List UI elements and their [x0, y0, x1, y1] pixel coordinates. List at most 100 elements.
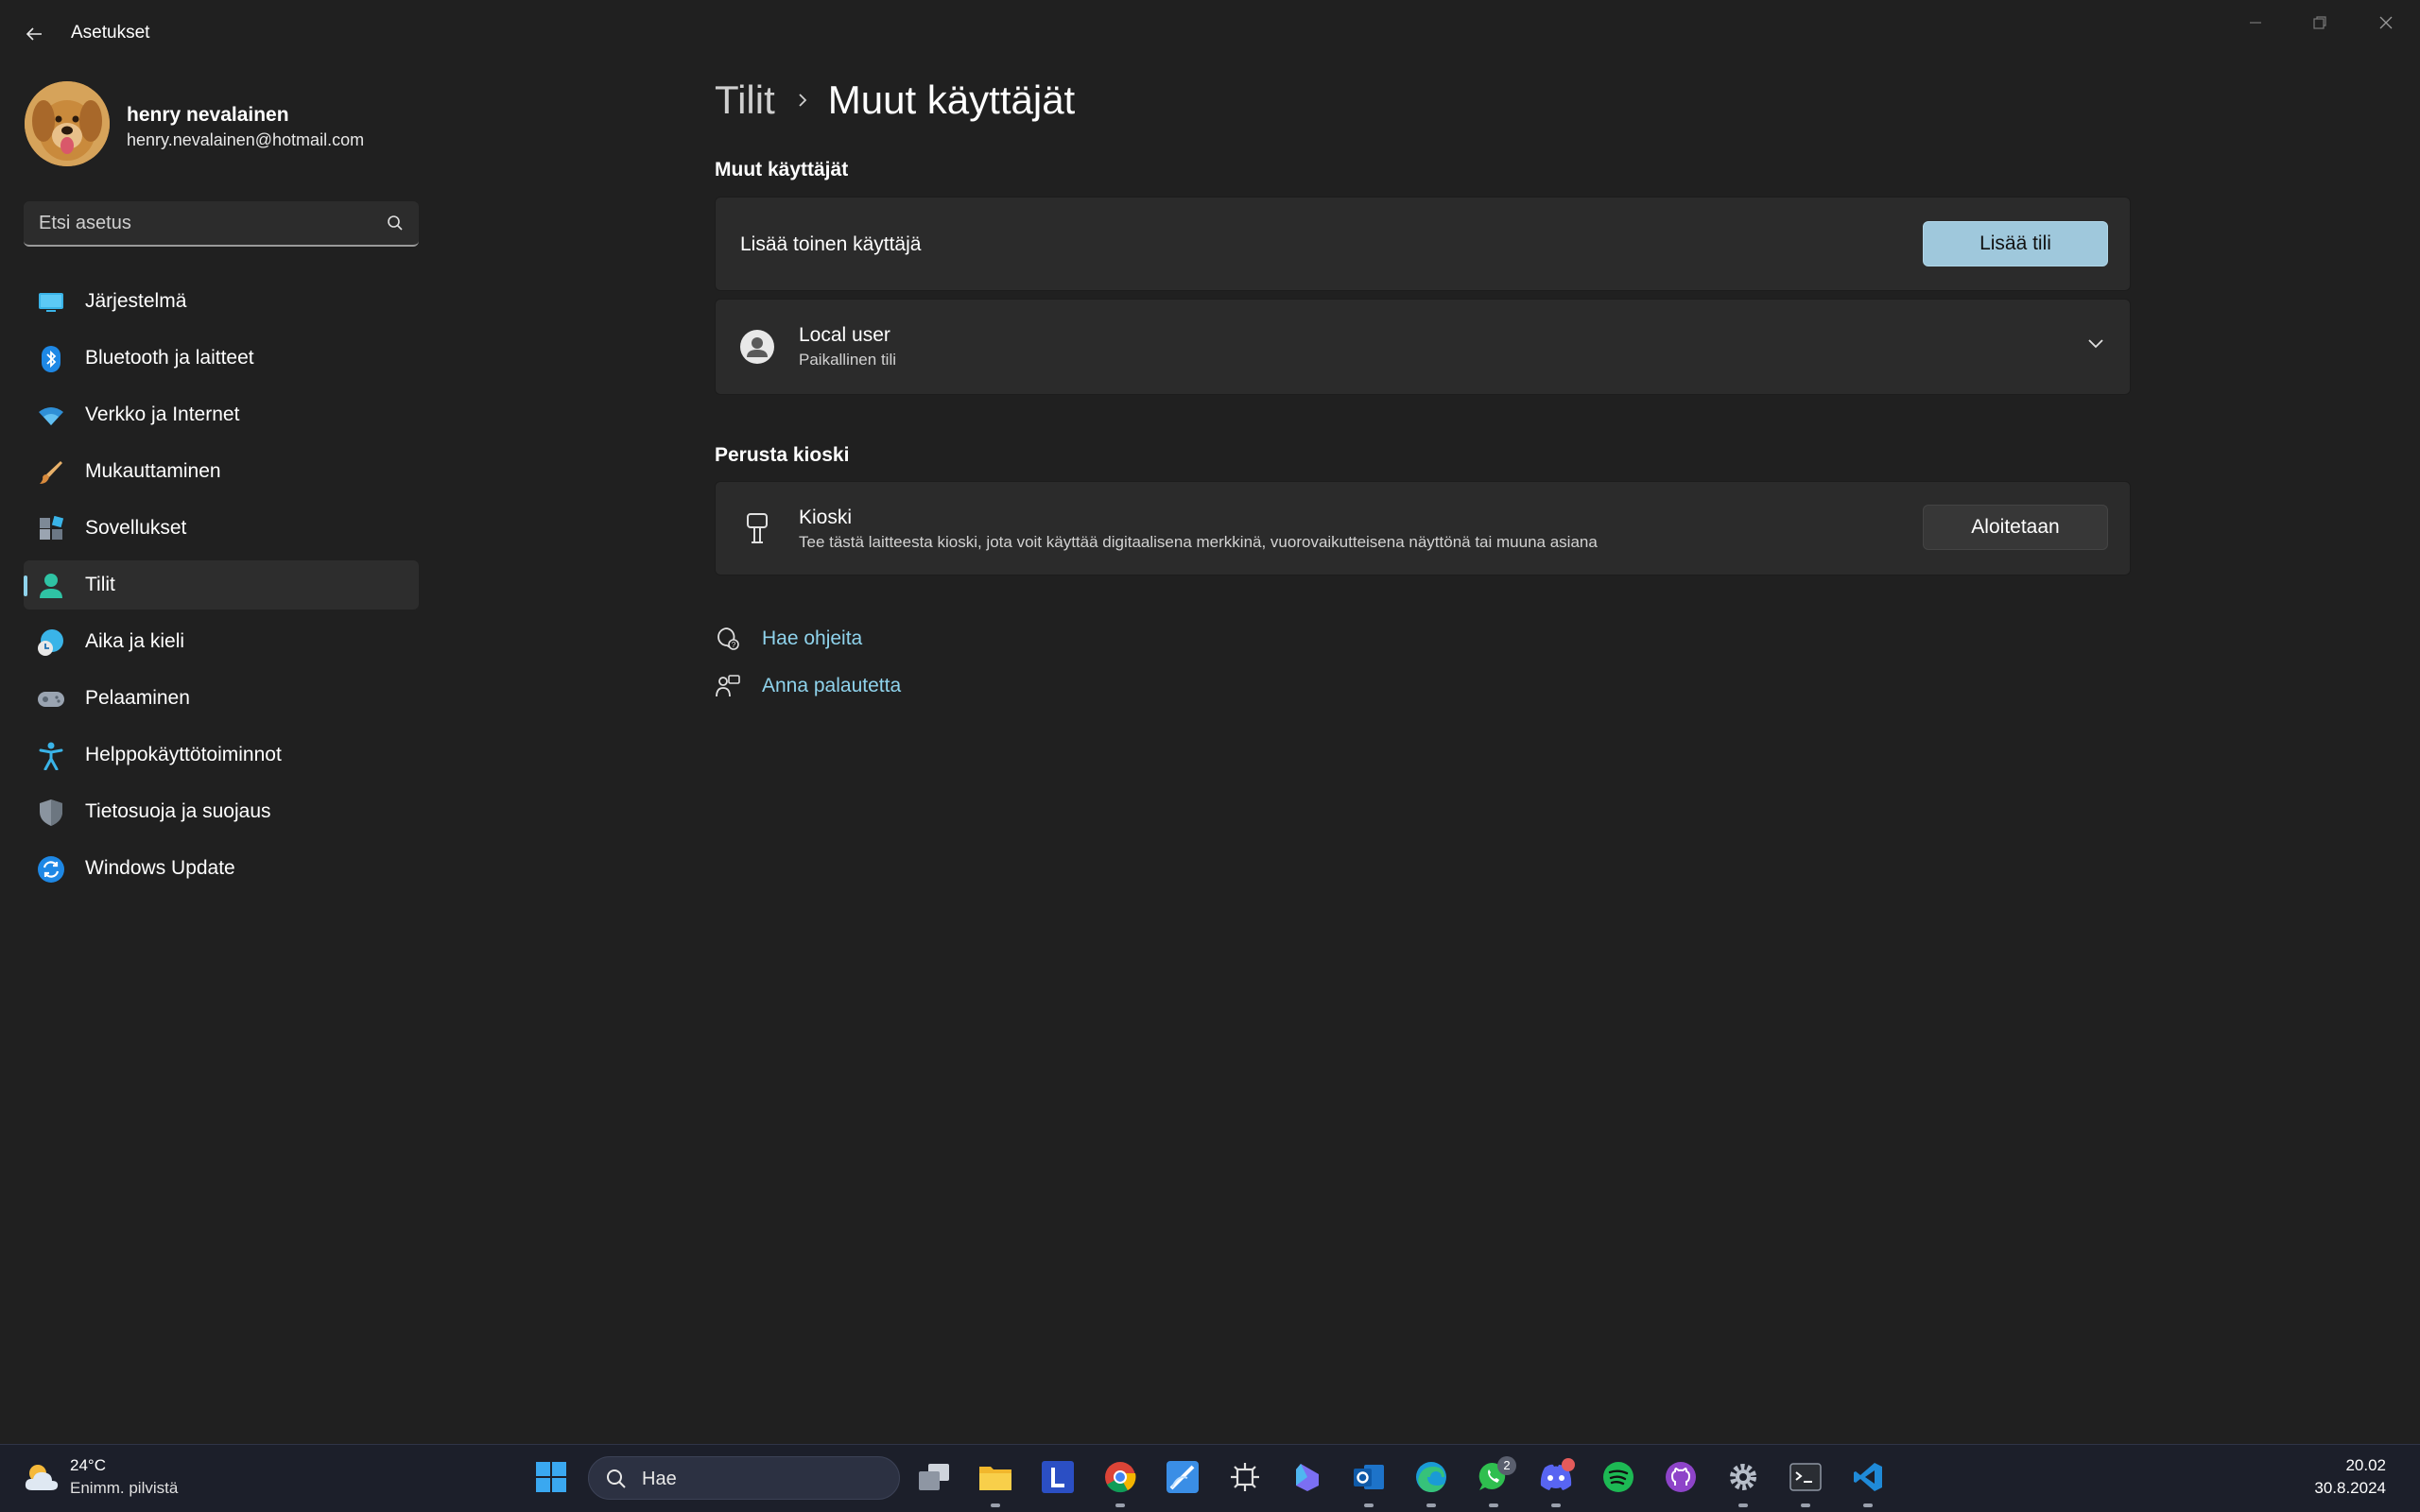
taskbar-search[interactable]: Hae — [588, 1456, 900, 1500]
running-indicator — [991, 1503, 1000, 1507]
sidebar-item-label: Pelaaminen — [85, 687, 190, 709]
sidebar-item-accounts[interactable]: Tilit — [24, 560, 419, 610]
section-title-other-users: Muut käyttäjät — [715, 159, 849, 180]
avatar — [25, 81, 110, 166]
add-account-button[interactable]: Lisää tili — [1923, 221, 2108, 266]
close-icon — [2379, 16, 2393, 29]
vscode-icon[interactable] — [1849, 1458, 1887, 1496]
dog-avatar-icon — [25, 81, 110, 166]
windows-start-icon[interactable] — [532, 1458, 570, 1496]
breadcrumb-parent[interactable]: Tilit — [715, 77, 775, 123]
shield-icon — [37, 799, 65, 827]
apps-icon — [37, 515, 65, 543]
spotify-icon[interactable] — [1599, 1458, 1637, 1496]
app-title: Asetukset — [71, 23, 150, 43]
sidebar-item-label: Mukauttaminen — [85, 460, 221, 482]
svg-text:?: ? — [732, 641, 736, 649]
active-indicator — [24, 576, 27, 596]
restore-icon — [2313, 16, 2326, 29]
sidebar-item-time-language[interactable]: Aika ja kieli — [24, 617, 419, 666]
update-icon — [37, 855, 65, 884]
get-help-label: Hae ohjeita — [762, 627, 863, 649]
profile-email: henry.nevalainen@hotmail.com — [127, 130, 365, 149]
copilot-icon[interactable] — [1288, 1458, 1326, 1496]
sidebar-item-label: Tietosuoja ja suojaus — [85, 800, 271, 822]
task-view-icon[interactable] — [915, 1458, 953, 1496]
get-started-button[interactable]: Aloitetaan — [1923, 505, 2108, 550]
back-button[interactable] — [19, 19, 49, 49]
brush-icon — [37, 458, 65, 487]
page-title: Muut käyttäjät — [827, 77, 1076, 122]
running-indicator — [1115, 1503, 1125, 1507]
settings-search[interactable] — [24, 201, 419, 247]
sidebar-item-label: Bluetooth ja laitteet — [85, 347, 254, 369]
add-user-text: Lisää toinen käyttäjä — [740, 233, 922, 255]
chevron-right-icon — [796, 91, 809, 110]
sidebar-item-privacy[interactable]: Tietosuoja ja suojaus — [24, 787, 419, 836]
local-user-type: Paikallinen tili — [799, 351, 896, 369]
sidebar-item-bluetooth[interactable]: Bluetooth ja laitteet — [24, 334, 419, 383]
globe-clock-icon — [37, 628, 65, 657]
github-icon[interactable] — [1662, 1458, 1700, 1496]
snipping-tool-icon[interactable] — [1226, 1458, 1264, 1496]
sidebar-item-label: Aika ja kieli — [85, 630, 185, 652]
sidebar-item-label: Verkko ja Internet — [85, 404, 240, 425]
search-icon — [606, 1469, 627, 1494]
running-indicator — [1364, 1503, 1374, 1507]
accessibility-icon — [37, 742, 65, 770]
taskbar-search-label: Hae — [642, 1469, 677, 1489]
sidebar-item-accessibility[interactable]: Helppokäyttötoiminnot — [24, 730, 419, 780]
notification-dot — [1562, 1458, 1575, 1471]
close-button[interactable] — [2363, 9, 2409, 36]
l-app-icon[interactable] — [1039, 1458, 1077, 1496]
search-icon[interactable] — [387, 215, 404, 236]
get-help-link[interactable]: ? Hae ohjeita — [715, 626, 862, 652]
settings-gear-icon[interactable] — [1724, 1458, 1762, 1496]
sidebar-item-network[interactable]: Verkko ja Internet — [24, 390, 419, 439]
outlook-icon[interactable] — [1350, 1458, 1388, 1496]
sidebar-item-label: Windows Update — [85, 857, 235, 879]
running-indicator — [1863, 1503, 1873, 1507]
help-chat-icon: ? — [715, 626, 741, 652]
kiosk-description: Tee tästä laitteesta kioski, jota voit k… — [799, 533, 1598, 551]
clock-date: 30.8.2024 — [2314, 1479, 2386, 1497]
bluetooth-icon — [37, 345, 65, 373]
kiosk-icon — [744, 512, 770, 549]
sidebar-item-windows-update[interactable]: Windows Update — [24, 844, 419, 893]
sidebar-item-apps[interactable]: Sovellukset — [24, 504, 419, 553]
file-explorer-icon[interactable] — [977, 1458, 1014, 1496]
add-user-card: Lisää toinen käyttäjä Lisää tili — [715, 197, 2131, 291]
local-user-card[interactable]: Local user Paikallinen tili — [715, 299, 2131, 395]
back-arrow-icon — [26, 27, 42, 41]
weather-temperature: 24°C — [70, 1456, 106, 1474]
gamepad-icon — [37, 685, 65, 713]
terminal-icon[interactable] — [1787, 1458, 1824, 1496]
weather-description: Enimm. pilvistä — [70, 1479, 179, 1497]
running-indicator — [1551, 1503, 1561, 1507]
give-feedback-label: Anna palautetta — [762, 675, 902, 696]
running-indicator — [1489, 1503, 1498, 1507]
sidebar-item-label: Tilit — [85, 574, 115, 595]
give-feedback-link[interactable]: Anna palautetta — [715, 673, 901, 699]
drawing-app-icon[interactable] — [1164, 1458, 1201, 1496]
system-clock[interactable]: 20.02 30.8.2024 — [2314, 1456, 2386, 1498]
sidebar-nav: Järjestelmä Bluetooth ja laitteet Verkko… — [24, 277, 419, 901]
kiosk-title: Kioski — [799, 507, 853, 528]
user-avatar-icon — [740, 330, 774, 369]
sidebar-item-personalization[interactable]: Mukauttaminen — [24, 447, 419, 496]
sidebar-item-gaming[interactable]: Pelaaminen — [24, 674, 419, 723]
chrome-icon[interactable] — [1101, 1458, 1139, 1496]
restore-button[interactable] — [2297, 9, 2342, 36]
minimize-icon — [2250, 22, 2261, 24]
sidebar-item-label: Helppokäyttötoiminnot — [85, 744, 282, 765]
chevron-down-icon[interactable] — [2086, 337, 2105, 355]
profile-name: henry nevalainen — [127, 104, 289, 126]
running-indicator — [1426, 1503, 1436, 1507]
search-input[interactable] — [39, 211, 360, 235]
edge-icon[interactable] — [1412, 1458, 1450, 1496]
sidebar-item-system[interactable]: Järjestelmä — [24, 277, 419, 326]
kiosk-card: Kioski Tee tästä laitteesta kioski, jota… — [715, 481, 2131, 576]
minimize-button[interactable] — [2233, 9, 2278, 36]
notification-badge: 2 — [1497, 1456, 1516, 1475]
clock-time: 20.02 — [2345, 1456, 2386, 1474]
